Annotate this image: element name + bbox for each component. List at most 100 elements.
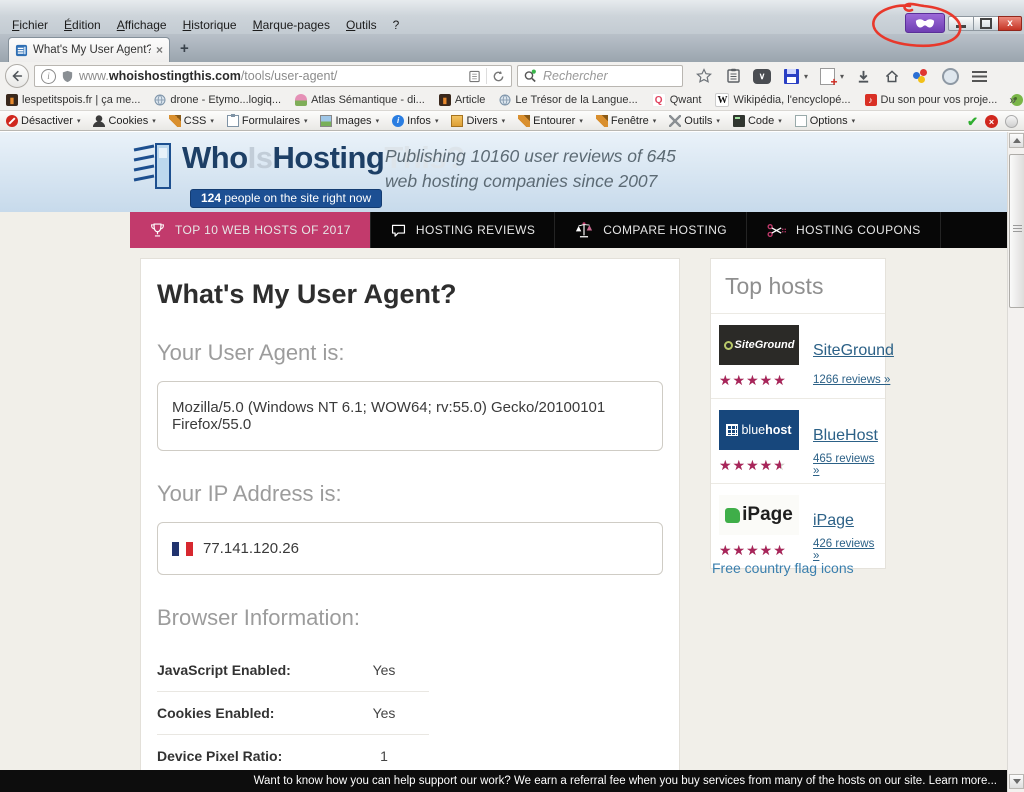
devbar-status: ✔ × [967, 111, 1018, 132]
save-page-icon[interactable] [781, 66, 801, 86]
bookmark-du-son[interactable]: ♪Du son pour vos proje... [865, 94, 998, 106]
hamburger-menu-icon[interactable] [969, 66, 989, 86]
devbar-options[interactable]: Options [795, 115, 855, 127]
extension-orb-icon[interactable] [940, 66, 960, 86]
scrapbook-icon[interactable] [817, 66, 837, 86]
bookmark-tresor-langue[interactable]: Le Trésor de la Langue... [499, 94, 637, 106]
devbar-divers[interactable]: Divers [451, 115, 505, 127]
ipage-logo[interactable]: iPage [719, 495, 799, 535]
devbar-infos[interactable]: iInfos [392, 115, 438, 127]
devbar-images[interactable]: Images [320, 115, 379, 127]
back-button[interactable] [5, 64, 29, 88]
nav-compare-hosting[interactable]: COMPARE HOSTING [555, 212, 747, 248]
devbar-desactiver[interactable]: Désactiver [6, 115, 80, 127]
shield-icon[interactable] [61, 70, 74, 83]
bookmark-article[interactable]: ▮ Article [439, 94, 486, 106]
scroll-down-button[interactable] [1009, 774, 1024, 789]
bookmark-atlas-semantique[interactable]: Atlas Sémantique - di... [295, 94, 425, 106]
folder-icon [451, 115, 463, 127]
reader-mode-icon[interactable] [468, 70, 481, 83]
bookmarks-overflow-chevron[interactable]: » [1009, 93, 1016, 107]
private-browsing-button[interactable] [905, 13, 945, 33]
pocket-icon[interactable]: ∨ [752, 66, 772, 86]
server-rack-icon [130, 142, 174, 192]
valid-check-icon[interactable]: ✔ [967, 114, 978, 130]
tab-title: What's My User Agent? - Us [33, 44, 151, 56]
devbar-cookies[interactable]: Cookies [93, 115, 155, 127]
bluehost-logo[interactable]: bluehost [719, 410, 799, 450]
scrollbar-thumb[interactable] [1009, 154, 1024, 308]
scissors-icon [766, 222, 787, 239]
bookmark-label: Article [455, 94, 486, 106]
devbar-code[interactable]: Code [733, 115, 782, 127]
menu-fichier[interactable]: Fichier [4, 17, 56, 33]
bluehost-grid-icon [726, 424, 738, 436]
menu-outils[interactable]: Outils [338, 17, 385, 33]
speech-bubble-icon [390, 222, 407, 239]
menu-edition[interactable]: Édition [56, 17, 109, 33]
pencil-icon [169, 115, 181, 127]
bookmark-star-icon[interactable] [694, 66, 714, 86]
site-favicon: ▮ [439, 94, 451, 106]
siteground-logo[interactable]: SiteGround [719, 325, 799, 365]
site-tagline: Publishing 10160 user reviews of 645web … [385, 144, 676, 195]
browser-information-label: Browser Information: [157, 605, 663, 631]
downloads-icon[interactable] [853, 66, 873, 86]
top-hosts-title: Top hosts [711, 259, 885, 314]
ipage-link[interactable]: iPage [807, 512, 877, 530]
siteground-swirl-icon [724, 341, 733, 350]
close-icon: x [1007, 18, 1013, 29]
browser-viewport: WhoIsHostingThis? 124 people on the site… [0, 132, 1007, 792]
nav-hosting-reviews[interactable]: HOSTING REVIEWS [371, 212, 555, 248]
devbar-css[interactable]: CSS [169, 115, 214, 127]
bookmark-qwant[interactable]: QQwant [652, 93, 702, 107]
page-info-icon[interactable]: i [41, 69, 56, 84]
extension-colordots-icon[interactable] [911, 66, 931, 86]
bluehost-link[interactable]: BlueHost [807, 427, 878, 445]
menu-aide[interactable]: ? [385, 17, 408, 33]
menu-affichage[interactable]: Affichage [109, 17, 175, 33]
minimize-button[interactable] [948, 16, 974, 31]
new-tab-button[interactable]: + [180, 40, 189, 57]
scrapbook-dropdown-icon[interactable]: ▾ [840, 72, 844, 81]
user-agent-label: Your User Agent is: [157, 340, 663, 366]
search-bar[interactable] [517, 65, 683, 87]
bookmark-lespetitspois[interactable]: ▮lespetitspois.fr | ça me... [6, 94, 140, 106]
sound-icon: ♪ [865, 94, 877, 106]
bookmarks-sidebar-icon[interactable] [723, 66, 743, 86]
scroll-up-button[interactable] [1009, 133, 1024, 148]
star-rating: ★★★★★★★★★★ [719, 543, 807, 557]
save-dropdown-icon[interactable]: ▾ [804, 72, 808, 81]
devbar-outils[interactable]: Outils [669, 115, 720, 127]
search-icon [523, 69, 537, 83]
menu-historique[interactable]: Historique [175, 17, 245, 33]
menu-marque-pages[interactable]: Marque-pages [245, 17, 338, 33]
devbar-entourer[interactable]: Entourer [518, 115, 583, 127]
url-bar[interactable]: i www.whoishostingthis.com/tools/user-ag… [34, 65, 512, 87]
bluehost-reviews-link[interactable]: 465 reviews » [807, 453, 878, 477]
nav-hosting-coupons[interactable]: HOSTING COUPONS [747, 212, 941, 248]
ipage-reviews-link[interactable]: 426 reviews » [807, 538, 877, 562]
siteground-reviews-link[interactable]: 1266 reviews » [807, 374, 894, 386]
nav-top10-web-hosts[interactable]: TOP 10 WEB HOSTS OF 2017 [130, 212, 371, 248]
bookmark-wikipedia[interactable]: WWikipédia, l'encyclopé... [715, 93, 850, 107]
devbar-fenetre[interactable]: Fenêtre [596, 115, 656, 127]
page-scrollbar[interactable] [1007, 132, 1024, 792]
referral-notice-bar[interactable]: Want to know how you can help support ou… [0, 770, 1007, 792]
free-country-flag-icons-link[interactable]: Free country flag icons [712, 560, 854, 576]
search-input[interactable] [541, 68, 655, 84]
bookmark-drone[interactable]: drone - Etymo...logiq... [154, 94, 281, 106]
devbar-formulaires[interactable]: Formulaires [227, 115, 308, 127]
tab-whats-my-user-agent[interactable]: What's My User Agent? - Us × [8, 37, 170, 62]
tab-close-icon[interactable]: × [156, 43, 163, 57]
error-icon[interactable]: × [985, 115, 998, 128]
home-icon[interactable] [882, 66, 902, 86]
url-text[interactable]: www.whoishostingthis.com/tools/user-agen… [79, 69, 463, 83]
close-window-button[interactable]: x [998, 16, 1022, 31]
maximize-button[interactable] [973, 16, 999, 31]
reload-icon[interactable] [492, 70, 505, 83]
siteground-link[interactable]: SiteGround [807, 342, 894, 360]
table-row: JavaScript Enabled:Yes [157, 649, 429, 692]
ip-value: 77.141.120.26 [203, 540, 299, 557]
bookmark-label: drone - Etymo...logiq... [170, 94, 281, 106]
